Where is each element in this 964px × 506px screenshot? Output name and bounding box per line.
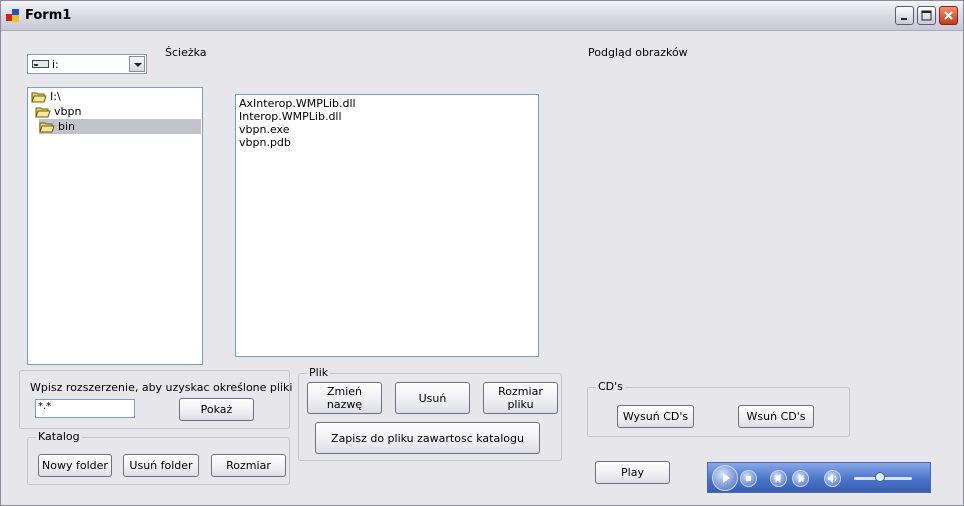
volume-slider-knob[interactable]	[875, 472, 886, 482]
rename-button-line1: Zmień	[326, 385, 363, 398]
extension-input[interactable]: *.*	[35, 399, 135, 418]
window-title: Form1	[25, 8, 72, 23]
extension-panel: Wpisz rozszerzenie, aby uzyskac określon…	[19, 370, 293, 429]
folder-open-icon	[31, 92, 47, 102]
path-label: Ścieżka	[165, 46, 207, 59]
save-contents-button[interactable]: Zapisz do pliku zawartosc katalogu	[315, 422, 540, 454]
file-list[interactable]: AxInterop.WMPLib.dll Interop.WMPLib.dll …	[235, 94, 539, 357]
drive-combobox[interactable]: i:	[27, 54, 147, 74]
list-item[interactable]: vbpn.exe	[239, 123, 289, 136]
rename-button[interactable]: Zmień nazwę	[307, 382, 382, 414]
list-item[interactable]: AxInterop.WMPLib.dll	[239, 97, 356, 110]
previous-icon[interactable]	[770, 470, 787, 487]
drive-icon	[32, 60, 49, 68]
tree-item-label: vbpn	[54, 105, 82, 118]
chevron-down-icon[interactable]	[129, 56, 145, 72]
cds-group: CD's Wysuń CD's Wsuń CD's	[587, 380, 850, 437]
delete-file-button[interactable]: Usuń	[395, 382, 470, 414]
katalog-title: Katalog	[36, 430, 82, 443]
list-item[interactable]: vbpn.pdb	[239, 136, 291, 149]
minimize-icon	[901, 18, 907, 20]
stop-icon[interactable]	[740, 470, 757, 487]
delete-folder-button[interactable]: Usuń folder	[123, 454, 199, 477]
plik-title: Plik	[307, 366, 331, 379]
play-button[interactable]: Play	[595, 461, 670, 484]
app-icon	[6, 9, 20, 22]
title-bar[interactable]: Form1	[1, 1, 963, 31]
tree-item-label: I:\	[50, 90, 61, 103]
media-player	[707, 462, 931, 493]
directory-tree[interactable]: I:\ vbpn bin	[27, 87, 203, 365]
drive-combobox-value: i:	[52, 58, 59, 71]
folder-open-icon	[39, 122, 55, 132]
file-size-button[interactable]: Rozmiar pliku	[483, 382, 558, 414]
show-button[interactable]: Pokaż	[179, 398, 254, 421]
file-size-button-line2: pliku	[507, 398, 534, 411]
close-button[interactable]	[939, 6, 958, 25]
folder-size-button[interactable]: Rozmiar	[211, 454, 286, 477]
rename-button-line2: nazwę	[326, 398, 363, 411]
folder-open-icon	[35, 107, 51, 117]
tree-item-label: bin	[58, 120, 76, 133]
tree-item-bin[interactable]: bin	[39, 119, 201, 134]
plik-group: Plik Zmień nazwę Usuń Rozmiar pliku Zapi…	[298, 366, 562, 461]
maximize-icon	[921, 10, 932, 21]
file-size-button-line1: Rozmiar	[498, 385, 543, 398]
tree-item-root[interactable]: I:\	[31, 89, 61, 104]
list-item[interactable]: Interop.WMPLib.dll	[239, 110, 342, 123]
play-icon[interactable]	[712, 465, 738, 491]
tree-item-vbpn[interactable]: vbpn	[35, 104, 81, 119]
extension-label: Wpisz rozszerzenie, aby uzyskac określon…	[30, 381, 293, 394]
volume-icon[interactable]	[824, 470, 841, 487]
cds-title: CD's	[596, 380, 625, 393]
preview-label: Podgląd obrazków	[588, 46, 688, 59]
insert-cd-button[interactable]: Wsuń CD's	[738, 405, 814, 428]
minimize-button[interactable]	[895, 6, 914, 25]
close-icon	[944, 11, 953, 20]
main-window: Form1 Ścieżka Podgląd obrazków i: I:\ vb…	[0, 0, 964, 506]
next-icon[interactable]	[792, 470, 809, 487]
katalog-group: Katalog Nowy folder Usuń folder Rozmiar	[27, 430, 290, 485]
new-folder-button[interactable]: Nowy folder	[38, 454, 112, 477]
extension-input-value: *.*	[38, 401, 52, 412]
maximize-button[interactable]	[917, 6, 936, 25]
eject-cd-button[interactable]: Wysuń CD's	[617, 405, 694, 428]
